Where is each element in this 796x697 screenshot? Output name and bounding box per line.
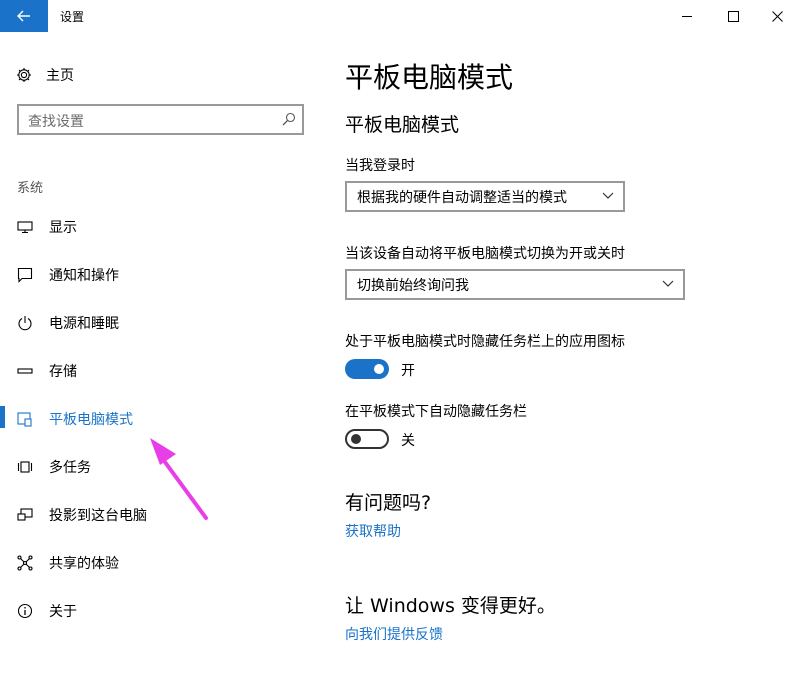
window-title: 设置	[60, 10, 85, 24]
switch-behavior-label: 当该设备自动将平板电脑模式切换为开或关时	[345, 246, 625, 262]
annotation-arrow-icon	[150, 438, 208, 520]
get-help-link[interactable]: 获取帮助	[345, 521, 401, 541]
maximize-icon	[727, 10, 739, 22]
settings-window: 设置 主页 查找设置 系统 显示 通知和操作 电源和睡眠 存储 平板电脑模式 多…	[0, 0, 796, 697]
sidebar-item-display[interactable]: 显示	[0, 209, 320, 245]
project-icon	[17, 508, 33, 521]
section-title: 平板电脑模式	[345, 114, 460, 136]
signin-mode-value: 根据我的硬件自动调整适当的模式	[357, 190, 567, 206]
title-bar: 设置	[0, 0, 796, 32]
sidebar-item-label: 平板电脑模式	[49, 412, 133, 428]
sidebar-item-label: 存储	[49, 364, 77, 380]
sidebar-item-label: 关于	[49, 604, 77, 620]
back-arrow-icon	[17, 10, 30, 22]
toggle-knob	[351, 434, 361, 444]
minimize-icon	[681, 15, 692, 17]
sidebar-item-about[interactable]: 关于	[0, 593, 320, 629]
question-title: 有问题吗?	[345, 492, 432, 514]
search-input[interactable]: 查找设置	[17, 104, 304, 135]
main-content: 平板电脑模式 平板电脑模式 当我登录时 根据我的硬件自动调整适当的模式 当该设备…	[345, 32, 785, 692]
share-icon	[17, 555, 33, 571]
sidebar-item-label: 显示	[49, 220, 77, 236]
sidebar-item-shared-experiences[interactable]: 共享的体验	[0, 545, 320, 581]
monitor-icon	[17, 221, 33, 234]
tablet-mode-icon	[17, 412, 32, 427]
maximize-button[interactable]	[710, 0, 756, 32]
hide-taskbar-label: 在平板模式下自动隐藏任务栏	[345, 404, 527, 420]
switch-behavior-value: 切换前始终询问我	[357, 278, 469, 294]
power-icon	[18, 316, 32, 331]
close-button[interactable]	[754, 0, 796, 32]
sidebar-item-label: 投影到这台电脑	[49, 508, 147, 524]
sidebar-item-label: 电源和睡眠	[49, 316, 119, 332]
sidebar-item-label: 通知和操作	[49, 268, 119, 284]
notification-icon	[17, 267, 33, 283]
signin-mode-select[interactable]: 根据我的硬件自动调整适当的模式	[345, 181, 625, 212]
section-label-system: 系统	[17, 181, 44, 196]
hide-taskbar-state: 关	[401, 433, 415, 449]
feedback-link[interactable]: 向我们提供反馈	[345, 624, 443, 644]
close-icon	[771, 10, 783, 22]
improve-windows-title: 让 Windows 变得更好。	[345, 595, 556, 617]
chevron-down-icon	[662, 280, 674, 287]
hide-icons-state: 开	[401, 363, 415, 379]
search-icon	[282, 112, 296, 126]
hide-taskbar-toggle[interactable]	[345, 429, 389, 449]
active-indicator	[0, 406, 5, 428]
chevron-down-icon	[602, 192, 614, 199]
sidebar-item-label: 多任务	[49, 460, 91, 476]
switch-behavior-select[interactable]: 切换前始终询问我	[345, 269, 685, 300]
hide-icons-label: 处于平板电脑模式时隐藏任务栏上的应用图标	[345, 334, 625, 350]
storage-icon	[17, 368, 33, 374]
home-link[interactable]: 主页	[16, 64, 74, 86]
hide-icons-toggle[interactable]	[345, 359, 389, 379]
signin-label: 当我登录时	[345, 158, 415, 174]
page-title: 平板电脑模式	[345, 61, 514, 94]
sidebar-item-power[interactable]: 电源和睡眠	[0, 305, 320, 341]
back-button[interactable]	[0, 0, 48, 32]
sidebar-item-label: 共享的体验	[49, 556, 119, 572]
sidebar-item-storage[interactable]: 存储	[0, 353, 320, 389]
multitask-icon	[17, 461, 33, 473]
gear-icon	[17, 68, 31, 82]
toggle-knob	[374, 364, 384, 374]
info-icon	[17, 603, 33, 619]
home-label: 主页	[46, 68, 74, 84]
sidebar-item-notifications[interactable]: 通知和操作	[0, 257, 320, 293]
minimize-button[interactable]	[664, 0, 710, 32]
sidebar: 主页 查找设置 系统 显示 通知和操作 电源和睡眠 存储 平板电脑模式 多任务 …	[0, 32, 320, 697]
search-placeholder: 查找设置	[28, 114, 84, 130]
